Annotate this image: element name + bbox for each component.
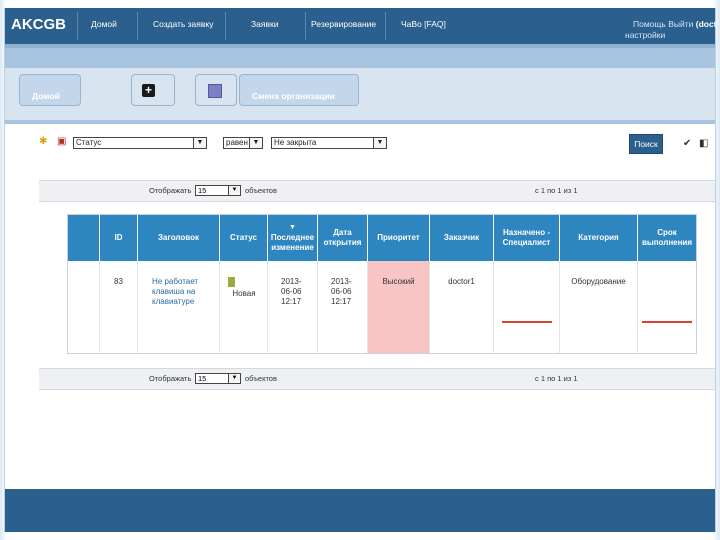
pager-range: с 1 по 1 из 1 [535,374,578,383]
pager-show-suffix: объектов [245,374,277,383]
cell-customer: doctor1 [430,261,494,353]
per-page-select[interactable]: 15 ▼ [195,373,241,384]
filter-row: ✱ ▣ Статус ▼ равен ▼ Не закрыта ▼ Поиск … [35,132,711,160]
nav-separator [137,12,138,40]
cell-assigned [494,261,560,353]
nav-home[interactable]: Домой [91,19,117,29]
filter-value-select[interactable]: Не закрыта ▼ [271,137,387,149]
user-area: Помощь Выйти (doct настройки [625,19,720,40]
header-last-change-label: Последнее изменение [270,233,315,252]
status-value: Новая [232,289,256,298]
pager-top: Отображать 15 ▼ объектов с 1 по 1 из 1 [39,180,715,202]
pager-range: с 1 по 1 из 1 [535,186,578,195]
plus-icon: + [142,84,155,97]
request-title-link[interactable]: Не работает клавиша на клавиатуре [152,277,206,307]
opened-value: 2013-06-06 12:17 [331,277,352,306]
cell-id-value: 83 [114,277,123,286]
cell-status: Новая [220,261,268,353]
home-button-label: Домой [32,91,60,101]
star-icon[interactable]: ✱ [39,136,47,147]
cell-priority: Высокий [368,261,430,353]
chevron-down-icon: ▼ [228,374,240,383]
requests-table: ID Заголовок Статус ▼ Последнее изменени… [67,214,697,354]
table-row[interactable]: 83 Не работает клавиша на клавиатуре Нов… [68,261,696,353]
change-organization-label: Смена организации [252,91,335,101]
table-header: ID Заголовок Статус ▼ Последнее изменени… [68,215,696,261]
pager-show-prefix: Отображать [149,374,192,383]
top-navigation: AKCGB Домой Создать заявку Заявки Резерв… [5,8,717,48]
nav-separator [385,12,386,40]
header-last-change[interactable]: ▼ Последнее изменение [268,215,318,261]
pager-show-suffix: объектов [245,186,277,195]
filter-operator-value: равен [226,138,248,147]
header-title[interactable]: Заголовок [138,215,220,261]
pager-show-prefix: Отображать [149,186,192,195]
row-spacer [68,261,100,353]
priority-value: Высокий [382,277,415,286]
header-opened[interactable]: Дата открытия [318,215,368,261]
nav-separator [225,12,226,40]
red-underline [502,321,552,323]
cell-title: Не работает клавиша на клавиатуре [138,261,220,353]
filter-field-select[interactable]: Статус ▼ [73,137,207,149]
filter-operator-select[interactable]: равен ▼ [223,137,263,149]
header-category[interactable]: Категория [560,215,638,261]
home-button[interactable]: Домой [19,74,81,106]
cell-category: Оборудование [560,261,638,353]
per-page-value: 15 [198,186,207,195]
filter-value-value: Не закрыта [274,138,317,147]
header-spacer [68,215,100,261]
nav-faq[interactable]: ЧаВо [FAQ] [401,19,446,29]
filter-field-value: Статус [76,138,102,147]
footer-band [5,489,715,532]
pager-bottom: Отображать 15 ▼ объектов с 1 по 1 из 1 [39,368,715,390]
username: (doct [695,19,717,29]
nav-separator [77,12,78,40]
cell-id: 83 [100,261,138,353]
chevron-down-icon: ▼ [373,138,386,148]
nav-reservation[interactable]: Резервирование [311,19,376,29]
app-logo[interactable]: AKCGB [11,16,66,33]
add-button[interactable]: + [131,74,175,106]
header-status[interactable]: Статус [220,215,268,261]
edit-button[interactable] [195,74,237,106]
chevron-down-icon: ▼ [249,138,262,148]
red-underline [642,321,692,323]
nav-separator [305,12,306,40]
customer-value[interactable]: doctor1 [430,277,493,287]
search-button[interactable]: Поиск [629,134,663,154]
app-window: AKCGB Домой Создать заявку Заявки Резерв… [4,8,717,532]
chevron-down-icon: ▼ [193,138,206,148]
trash-icon[interactable]: ▣ [57,136,66,147]
cell-deadline [638,261,696,353]
per-page-select[interactable]: 15 ▼ [195,185,241,196]
per-page-value: 15 [198,374,207,383]
export-icon[interactable]: ◧ [699,138,708,149]
category-value: Оборудование [571,277,626,286]
header-customer[interactable]: Заказчик [430,215,494,261]
checkmark-icon[interactable]: ✔ [683,138,691,149]
header-deadline[interactable]: Срок выполнения [638,215,696,261]
header-id[interactable]: ID [100,215,138,261]
sub-navigation-bar [5,48,715,68]
cell-last-change: 2013-06-06 12:17 [268,261,318,353]
header-priority[interactable]: Приоритет [368,215,430,261]
settings-link[interactable]: настройки [625,30,665,40]
status-color-indicator [228,277,235,287]
edit-icon [208,84,222,98]
help-logout-link[interactable]: Помощь Выйти [633,19,693,29]
nav-create-request[interactable]: Создать заявку [153,19,213,29]
cell-opened: 2013-06-06 12:17 [318,261,368,353]
toolbar: Домой + Смена организации [5,68,715,124]
sort-indicator-icon: ▼ [289,224,296,231]
nav-requests[interactable]: Заявки [251,19,278,29]
last-change-value: 2013-06-06 12:17 [281,277,302,306]
chevron-down-icon: ▼ [228,186,240,195]
header-assigned[interactable]: Назначено - Специалист [494,215,560,261]
change-organization-button[interactable]: Смена организации [239,74,359,106]
